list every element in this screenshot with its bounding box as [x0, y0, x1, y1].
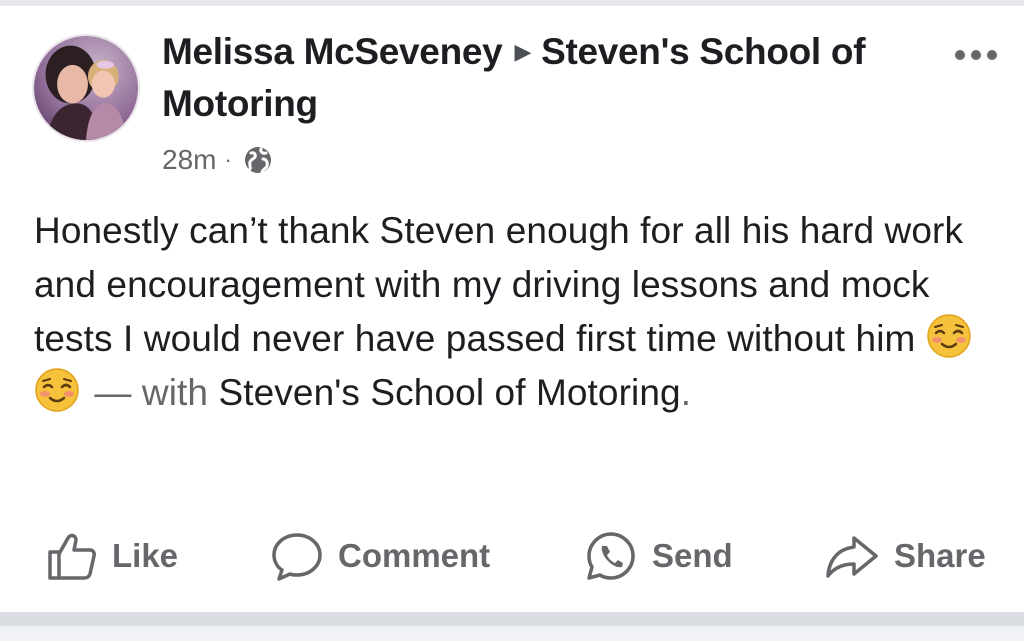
more-dot-icon [955, 50, 965, 60]
tagged-page-link[interactable]: Steven's School of Motoring [218, 372, 680, 413]
feed-background [0, 626, 1024, 641]
with-prefix: — with [94, 372, 209, 413]
post-body-text: Honestly can’t thank Steven enough for a… [34, 210, 964, 359]
action-bar: Like Comment Send Share [0, 522, 1024, 590]
like-label: Like [112, 537, 179, 574]
top-divider [0, 0, 1024, 6]
like-button[interactable]: Like [46, 522, 178, 590]
shared-to-arrow-icon: ▶ [514, 39, 532, 64]
meta-separator: · [224, 147, 232, 172]
relieved-face-emoji [926, 313, 972, 359]
relieved-face-emoji [34, 367, 80, 413]
more-options-button[interactable] [946, 40, 1006, 70]
post-header-title: Melissa McSeveney ▶ Steven's School of Mot… [162, 26, 922, 130]
post-timestamp[interactable]: 28m [162, 144, 216, 176]
more-dot-icon [971, 50, 981, 60]
bottom-divider [0, 612, 1024, 626]
share-label: Share [894, 537, 986, 574]
avatar-photo [34, 36, 138, 140]
comment-label: Comment [338, 537, 491, 574]
comment-button[interactable]: Comment [270, 522, 490, 590]
avatar[interactable] [32, 34, 140, 142]
globe-icon[interactable] [242, 144, 274, 176]
post-meta: 28m · [162, 140, 274, 180]
facebook-post: Melissa McSeveney ▶ Steven's School of Mot… [0, 0, 1024, 641]
share-button[interactable]: Share [824, 522, 986, 590]
author-name-link[interactable]: Melissa McSeveney [162, 31, 503, 72]
share-arrow-icon [826, 536, 878, 578]
post-body: Honestly can’t thank Steven enough for a… [34, 204, 1009, 420]
more-dot-icon [987, 50, 997, 60]
send-label: Send [652, 537, 733, 574]
whatsapp-send-icon [587, 532, 635, 580]
with-suffix: . [680, 372, 692, 413]
comment-bubble-icon [272, 533, 322, 581]
send-button[interactable]: Send [584, 522, 733, 590]
like-thumb-icon [48, 533, 96, 580]
